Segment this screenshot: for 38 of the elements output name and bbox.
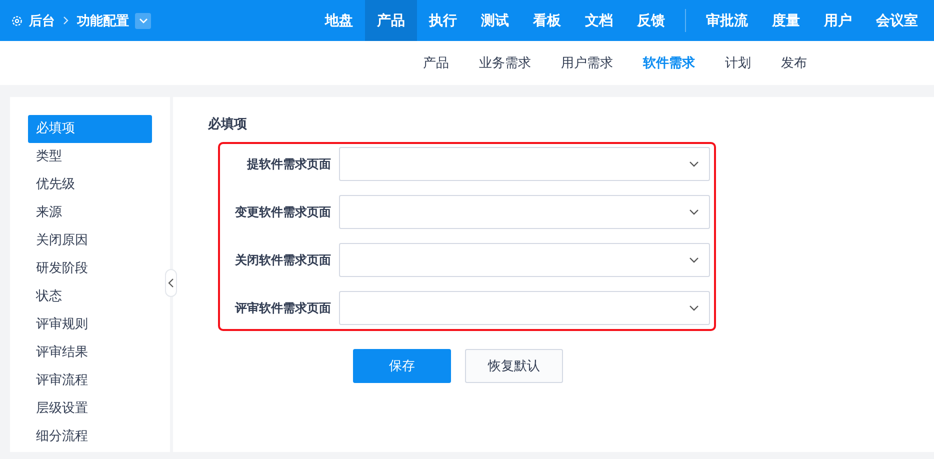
field-label: 关闭软件需求页面	[234, 252, 331, 268]
settings-icon	[11, 14, 23, 26]
chevron-down-icon	[138, 18, 148, 24]
sidebar-item[interactable]: 来源	[28, 199, 152, 227]
collapse-button[interactable]	[165, 269, 177, 297]
select-field[interactable]	[339, 195, 710, 229]
dropdown-toggle[interactable]	[135, 12, 151, 28]
field-label: 提软件需求页面	[246, 156, 331, 172]
sub-nav-tab[interactable]: 计划	[710, 54, 766, 72]
nav-tab[interactable]: 产品	[365, 0, 417, 41]
sidebar-item[interactable]: 层级设置	[28, 395, 152, 423]
breadcrumb-current: 功能配置	[77, 12, 129, 30]
sidebar-item[interactable]: 关闭原因	[28, 227, 152, 255]
select-field[interactable]	[339, 291, 710, 325]
chevron-down-icon	[689, 257, 699, 263]
field-label: 评审软件需求页面	[234, 300, 331, 316]
sidebar-item[interactable]: 细分流程	[28, 423, 152, 451]
sidebar-item[interactable]: 状态	[28, 283, 152, 311]
sidebar-item[interactable]: 评审规则	[28, 311, 152, 339]
section-title: 必填项	[208, 116, 248, 134]
select-field[interactable]	[339, 147, 710, 181]
chevron-right-icon	[63, 16, 69, 25]
sub-nav-tab[interactable]: 业务需求	[464, 54, 546, 72]
select-field[interactable]	[339, 243, 710, 277]
sidebar-item[interactable]: 优先级	[28, 171, 152, 199]
sub-nav-tab[interactable]: 用户需求	[546, 54, 628, 72]
chevron-down-icon	[689, 305, 699, 311]
sub-nav-tab[interactable]: 发布	[766, 54, 822, 72]
reset-button[interactable]: 恢复默认	[465, 349, 563, 383]
sidebar-item[interactable]: 类型	[28, 143, 152, 171]
sidebar-item[interactable]: 评审流程	[28, 367, 152, 395]
field-label: 变更软件需求页面	[234, 204, 331, 220]
sub-nav-tab[interactable]: 产品	[408, 54, 464, 72]
chevron-left-icon	[168, 278, 174, 288]
sidebar-item[interactable]: 评审结果	[28, 339, 152, 367]
chevron-down-icon	[689, 209, 699, 215]
sidebar-item[interactable]: 研发阶段	[28, 255, 152, 283]
chevron-down-icon	[689, 161, 699, 167]
